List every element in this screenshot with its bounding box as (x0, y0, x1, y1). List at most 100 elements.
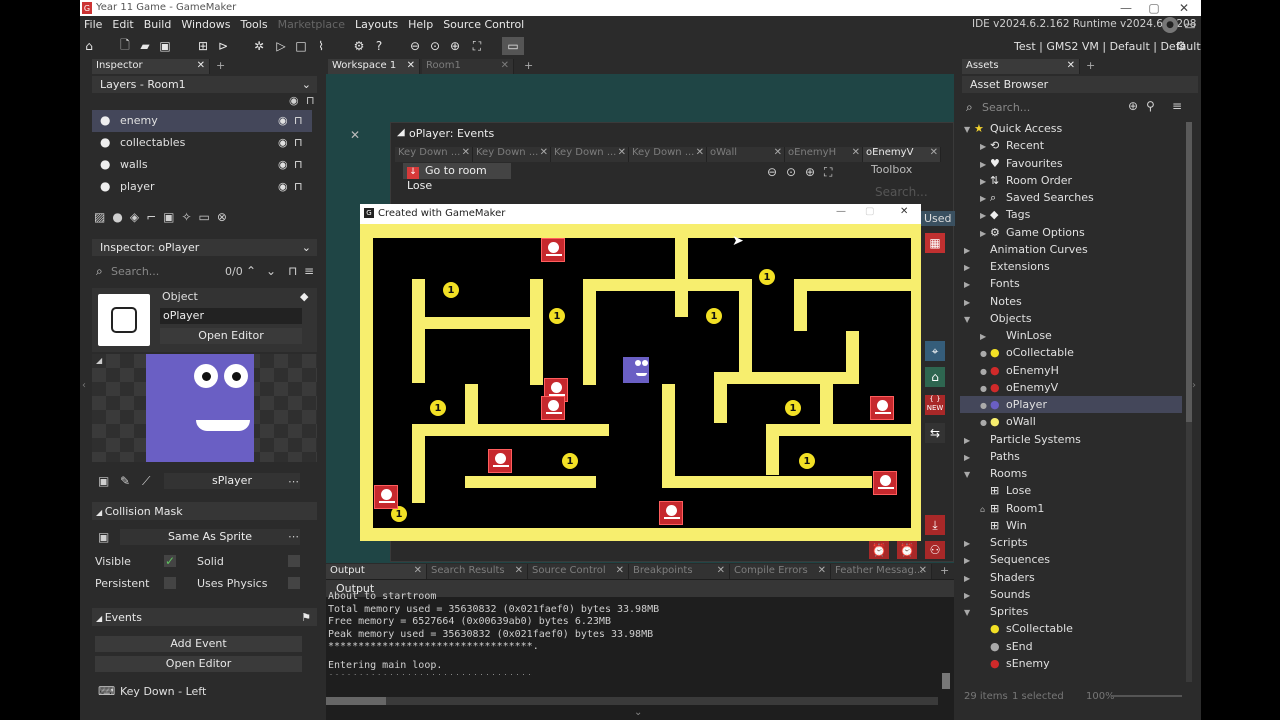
tab-workspace-1[interactable]: Workspace 1 ✕ (328, 59, 420, 74)
close-tab-icon[interactable]: ✕ (696, 147, 704, 158)
action-icon-4[interactable]: ⤓ (925, 515, 945, 535)
menu-edit[interactable]: Edit (112, 18, 133, 31)
save-icon[interactable]: ▣ (156, 37, 174, 55)
layer-item[interactable]: ● collectables ◉ ⊓ (92, 132, 312, 154)
help-icon[interactable]: ? (370, 37, 388, 55)
fit-icon[interactable]: ⛶ (824, 165, 832, 180)
sprite-edit-icon[interactable]: ✎ (120, 474, 130, 488)
asset-group[interactable]: ▶ Paths (960, 448, 1182, 465)
zoom-out-icon[interactable]: ⊖ (767, 165, 777, 179)
event-tab[interactable]: oEnemyH ✕ (785, 147, 863, 162)
expand-arrow-icon[interactable]: ▼ (964, 470, 974, 479)
event-tab[interactable]: oWall ✕ (707, 147, 785, 162)
clean-icon[interactable]: ⌇ (312, 37, 330, 55)
asset-search-input[interactable]: Search... (982, 101, 1030, 114)
eye-icon[interactable]: ◉ (289, 94, 299, 107)
add-tab-icon[interactable]: + (216, 59, 225, 72)
add-workspace-icon[interactable]: + (524, 59, 533, 72)
expand-arrow-icon[interactable]: ● (980, 367, 990, 376)
close-tab-icon[interactable]: ✕ (462, 147, 470, 158)
add-asset-icon[interactable]: ⊕ (1128, 99, 1138, 113)
expand-arrow-icon[interactable]: ▶ (980, 160, 990, 169)
left-collapse-icon[interactable]: ‹ (82, 380, 86, 391)
fit-icon[interactable]: ⛶ (468, 37, 486, 55)
collision-mask-header[interactable]: ◢ Collision Mask (92, 502, 317, 520)
export-icon[interactable]: ⊳ (214, 37, 232, 55)
path-layer-icon[interactable]: ⌐ (146, 206, 156, 228)
zoom-out-icon[interactable]: ⊖ (406, 37, 424, 55)
expand-arrow-icon[interactable]: ▶ (964, 556, 974, 565)
close-tab-icon[interactable]: ✕ (540, 147, 548, 158)
open-editor-button[interactable]: Open Editor (160, 328, 302, 344)
close-tab-icon[interactable]: ✕ (414, 565, 422, 576)
mask-more-icon[interactable]: ⋯ (288, 530, 299, 543)
delete-layer-icon[interactable]: ⊗ (217, 206, 227, 228)
close-workspace-window-icon[interactable]: ✕ (350, 128, 360, 142)
alarm-icon-1[interactable]: ⏰ (869, 541, 889, 559)
close-tab-icon[interactable]: ✕ (818, 565, 826, 576)
chat-icon[interactable]: ▭ (1182, 17, 1198, 33)
chevron-down-icon[interactable]: ⌄ (266, 264, 276, 278)
settings-icon[interactable]: ⚙ (350, 37, 368, 55)
expand-arrow-icon[interactable]: ▶ (980, 229, 990, 238)
sprites-group[interactable]: ▼ Sprites (960, 603, 1182, 620)
layer-item[interactable]: ● player ◉ ⊓ (92, 176, 312, 198)
tab-assets[interactable]: Assets ✕ (962, 59, 1080, 74)
screen-icon[interactable]: ▭ (502, 37, 524, 55)
close-tab-icon[interactable]: ✕ (515, 565, 523, 576)
solid-checkbox[interactable] (288, 555, 300, 567)
action-icon-2[interactable]: ⌂ (925, 367, 945, 387)
sprite-item[interactable]: ● sCollectable (960, 620, 1182, 637)
expand-arrow-icon[interactable]: ● (980, 401, 990, 410)
expand-arrow-icon[interactable]: ▶ (964, 574, 974, 583)
action-icon-1[interactable]: ⌖ (925, 341, 945, 361)
expand-arrow-icon[interactable]: ▶ (964, 263, 974, 272)
output-tab[interactable]: Breakpoints ✕ (629, 564, 730, 579)
chevron-up-icon[interactable]: ⌃ (246, 264, 256, 278)
zoom-reset-icon[interactable]: ⊙ (786, 165, 796, 179)
close-tab-icon[interactable]: ✕ (774, 147, 782, 158)
sprite-item[interactable]: ● sEnd (960, 638, 1182, 655)
filter-icon[interactable]: ⚲ (1146, 99, 1155, 113)
maximize-icon[interactable]: ▢ (1144, 0, 1164, 16)
zoom-in-icon[interactable]: ⊕ (805, 165, 815, 179)
tab-room1[interactable]: Room1 ✕ (422, 59, 514, 74)
eye-icon[interactable]: ◉ (278, 158, 288, 171)
package-icon[interactable]: ⊞ (194, 37, 212, 55)
add-output-tab-icon[interactable]: + (940, 564, 949, 577)
add-event-button[interactable]: Add Event (95, 636, 302, 652)
expand-arrow-icon[interactable]: ▼ (964, 315, 974, 324)
expand-arrow-icon[interactable]: ▼ (964, 125, 974, 134)
expand-arrow-icon[interactable]: ⌂ (980, 505, 990, 514)
inspector-search-input[interactable]: Search... (111, 265, 159, 278)
output-hscrollbar[interactable] (326, 697, 938, 705)
layer-item[interactable]: ● walls ◉ ⊓ (92, 154, 312, 176)
object-item[interactable]: ● ● oCollectable (960, 344, 1182, 361)
lock-icon[interactable]: ⊓ (294, 114, 303, 127)
quick-access-item[interactable]: ▶ ⇅ Room Order (960, 172, 1182, 189)
people-icon[interactable]: ⚇ (925, 541, 945, 559)
game-minimize-icon[interactable]: — (836, 206, 846, 217)
eye-icon[interactable]: ◉ (278, 114, 288, 127)
layers-header[interactable]: Layers - Room1 ⌄ (92, 76, 317, 93)
quick-access-item[interactable]: ▶ ◆ Tags (960, 206, 1182, 223)
minimize-icon[interactable]: — (1116, 0, 1136, 16)
alarm-icon-2[interactable]: ⏰ (897, 541, 917, 559)
game-maximize-icon[interactable]: ▢ (865, 206, 874, 217)
expand-arrow-icon[interactable]: ▶ (980, 177, 990, 186)
expand-arrow-icon[interactable]: ▶ (980, 194, 990, 203)
output-tab[interactable]: Output ✕ (326, 564, 427, 579)
collapse-output-icon[interactable]: ⌄ (634, 707, 642, 718)
collision-mask-select[interactable]: Same As Sprite (120, 529, 300, 545)
action-icon-3[interactable]: ⇆ (925, 423, 945, 443)
user-avatar-icon[interactable]: ● (1162, 17, 1178, 33)
objects-group[interactable]: ▼ Objects (960, 310, 1182, 327)
menu-tools[interactable]: Tools (240, 18, 267, 31)
asset-group[interactable]: ▶ Extensions (960, 258, 1182, 275)
game-close-icon[interactable]: ✕ (900, 206, 908, 217)
expand-arrow-icon[interactable]: ▶ (964, 298, 974, 307)
object-name-field[interactable]: oPlayer (160, 308, 302, 324)
close-tab-icon[interactable]: ✕ (717, 565, 725, 576)
menu-help[interactable]: Help (408, 18, 433, 31)
asset-group[interactable]: ▶ Scripts (960, 534, 1182, 551)
